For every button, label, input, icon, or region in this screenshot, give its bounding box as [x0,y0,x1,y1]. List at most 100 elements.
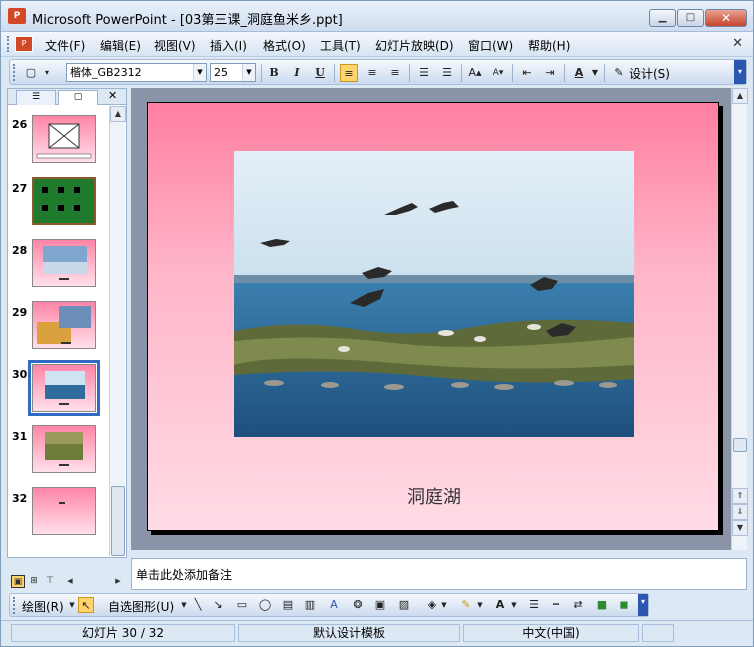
menu-file[interactable]: 文件(F) [45,37,85,54]
powerpoint-icon[interactable]: P [8,8,26,24]
toolbar-grip[interactable] [13,64,16,81]
shadow-style-icon[interactable]: ■ [594,597,610,613]
toolbar-grip[interactable] [7,36,10,52]
document-close-icon[interactable]: ✕ [732,36,743,51]
design-icon[interactable]: ✎ [610,64,628,82]
decrease-indent-icon[interactable]: ⇤ [518,64,536,82]
menu-format[interactable]: 格式(O) [263,37,306,54]
slide-thumbnail-26[interactable] [32,115,96,163]
minimize-button[interactable]: ▁ [649,9,676,27]
new-document-icon[interactable]: ▢ [22,64,40,82]
menu-tools[interactable]: 工具(T) [320,37,361,54]
text-box-icon[interactable]: ▤ [280,597,296,613]
chevron-down-icon[interactable]: ▼ [590,64,600,82]
increase-font-icon[interactable]: A▴ [466,64,484,82]
chevron-down-icon[interactable]: ▼ [180,597,188,613]
slide-number: 32 [12,492,28,505]
chevron-down-icon[interactable]: ▼ [242,64,255,81]
status-slide-position: 幻灯片 30 / 32 [11,624,235,642]
italic-button[interactable]: I [288,64,306,82]
panel-close-icon[interactable]: ✕ [108,89,117,102]
toolbar-options-icon[interactable]: ▾ [638,594,648,616]
arrow-style-icon[interactable]: ⇄ [570,597,586,613]
close-button[interactable]: ✕ [705,9,747,27]
maximize-button[interactable]: □ [677,9,704,27]
autoshapes-button[interactable]: 自选图形(U) [108,598,174,615]
chevron-down-icon[interactable]: ▼ [476,597,484,613]
scroll-up-icon[interactable]: ▲ [110,106,126,122]
underline-button[interactable]: U [311,64,329,82]
chevron-down-icon[interactable]: ▼ [193,64,206,81]
font-size-select[interactable]: 25 ▼ [210,63,256,82]
3d-style-icon[interactable]: ◼ [616,597,632,613]
arrow-icon[interactable]: ↘ [210,597,226,613]
normal-view-icon[interactable]: ▣ [11,575,25,588]
slide-sorter-icon[interactable]: ⊞ [27,575,41,588]
line-icon[interactable]: ╲ [190,597,206,613]
slideshow-view-icon[interactable]: ⊤ [43,575,57,588]
toolbar-grip[interactable] [13,597,16,614]
numbering-icon[interactable]: ☰ [415,64,433,82]
font-name-select[interactable]: 楷体_GB2312 ▼ [66,63,207,82]
lake-photo[interactable] [234,151,634,437]
chevron-down-icon[interactable]: ▼ [510,597,518,613]
tab-slides[interactable]: ▢ [58,90,98,105]
chevron-down-icon[interactable]: ▼ [440,597,448,613]
document-icon[interactable]: P [15,36,33,52]
scroll-right-icon[interactable]: ▶ [111,575,125,588]
menu-view[interactable]: 视图(V) [154,37,196,54]
align-right-icon[interactable]: ≡ [386,64,404,82]
notes-pane[interactable]: 单击此处添加备注 [131,558,747,590]
bullets-icon[interactable]: ☰ [438,64,456,82]
next-slide-icon[interactable]: ⇓ [732,504,748,520]
wordart-icon[interactable]: A [326,597,342,613]
font-color-icon[interactable]: A [570,64,588,82]
slide-thumbnail-29[interactable] [32,301,96,349]
toolbar-options-icon[interactable]: ▾ [734,60,746,84]
slide-scrollbar[interactable]: ▲ ⇑ ⇓ ▼ [731,88,748,550]
line-style-icon[interactable]: ☰ [526,597,542,613]
slide-thumbnail-31[interactable] [32,425,96,473]
menu-slideshow[interactable]: 幻灯片放映(D) [375,37,454,54]
bold-button[interactable]: B [265,64,283,82]
scroll-thumb[interactable] [733,438,747,452]
menu-insert[interactable]: 插入(I) [210,37,247,54]
align-center-icon[interactable]: ≡ [363,64,381,82]
draw-menu-button[interactable]: 绘图(R) [22,598,64,615]
decrease-font-icon[interactable]: A▾ [489,64,507,82]
font-color-icon[interactable]: A [492,597,508,613]
menu-edit[interactable]: 编辑(E) [100,37,141,54]
menu-window[interactable]: 窗口(W) [468,37,513,54]
notes-placeholder[interactable]: 单击此处添加备注 [136,566,232,583]
panel-scrollbar[interactable]: ▲ [109,106,126,556]
vertical-text-box-icon[interactable]: ▥ [302,597,318,613]
previous-slide-icon[interactable]: ⇑ [732,488,748,504]
dash-style-icon[interactable]: ┅ [548,597,564,613]
design-button[interactable]: 设计(S) [629,65,670,82]
toolbar-options-icon[interactable]: ▾ [42,64,52,82]
tab-outline[interactable]: ☰ [16,90,56,105]
align-left-icon[interactable]: ≡ [340,64,358,82]
increase-indent-icon[interactable]: ⇥ [541,64,559,82]
chevron-down-icon[interactable]: ▼ [68,597,76,613]
diagram-icon[interactable]: ❂ [350,597,366,613]
scroll-left-icon[interactable]: ◀ [63,575,77,588]
current-slide[interactable]: 洞庭湖 [147,102,719,531]
slide-thumbnail-27[interactable] [32,177,96,225]
slide-thumbnail-32[interactable] [32,487,96,535]
slide-thumbnail-28[interactable] [32,239,96,287]
insert-picture-icon[interactable]: ▨ [396,597,412,613]
fill-color-icon[interactable]: ◈ [424,597,440,613]
line-color-icon[interactable]: ✎ [458,597,474,613]
scroll-up-icon[interactable]: ▲ [732,88,748,104]
menu-help[interactable]: 帮助(H) [528,37,570,54]
slide-thumbnail-30[interactable] [28,360,100,416]
clip-art-icon[interactable]: ▣ [372,597,388,613]
select-objects-icon[interactable]: ↖ [78,597,94,613]
slide-editing-area: 洞庭湖 ▲ ⇑ ⇓ ▼ [131,88,748,550]
scroll-down-icon[interactable]: ▼ [732,520,748,536]
oval-icon[interactable]: ◯ [257,597,273,613]
rectangle-icon[interactable]: ▭ [234,597,250,613]
scroll-thumb[interactable] [111,486,125,556]
slide-caption[interactable]: 洞庭湖 [148,483,720,509]
